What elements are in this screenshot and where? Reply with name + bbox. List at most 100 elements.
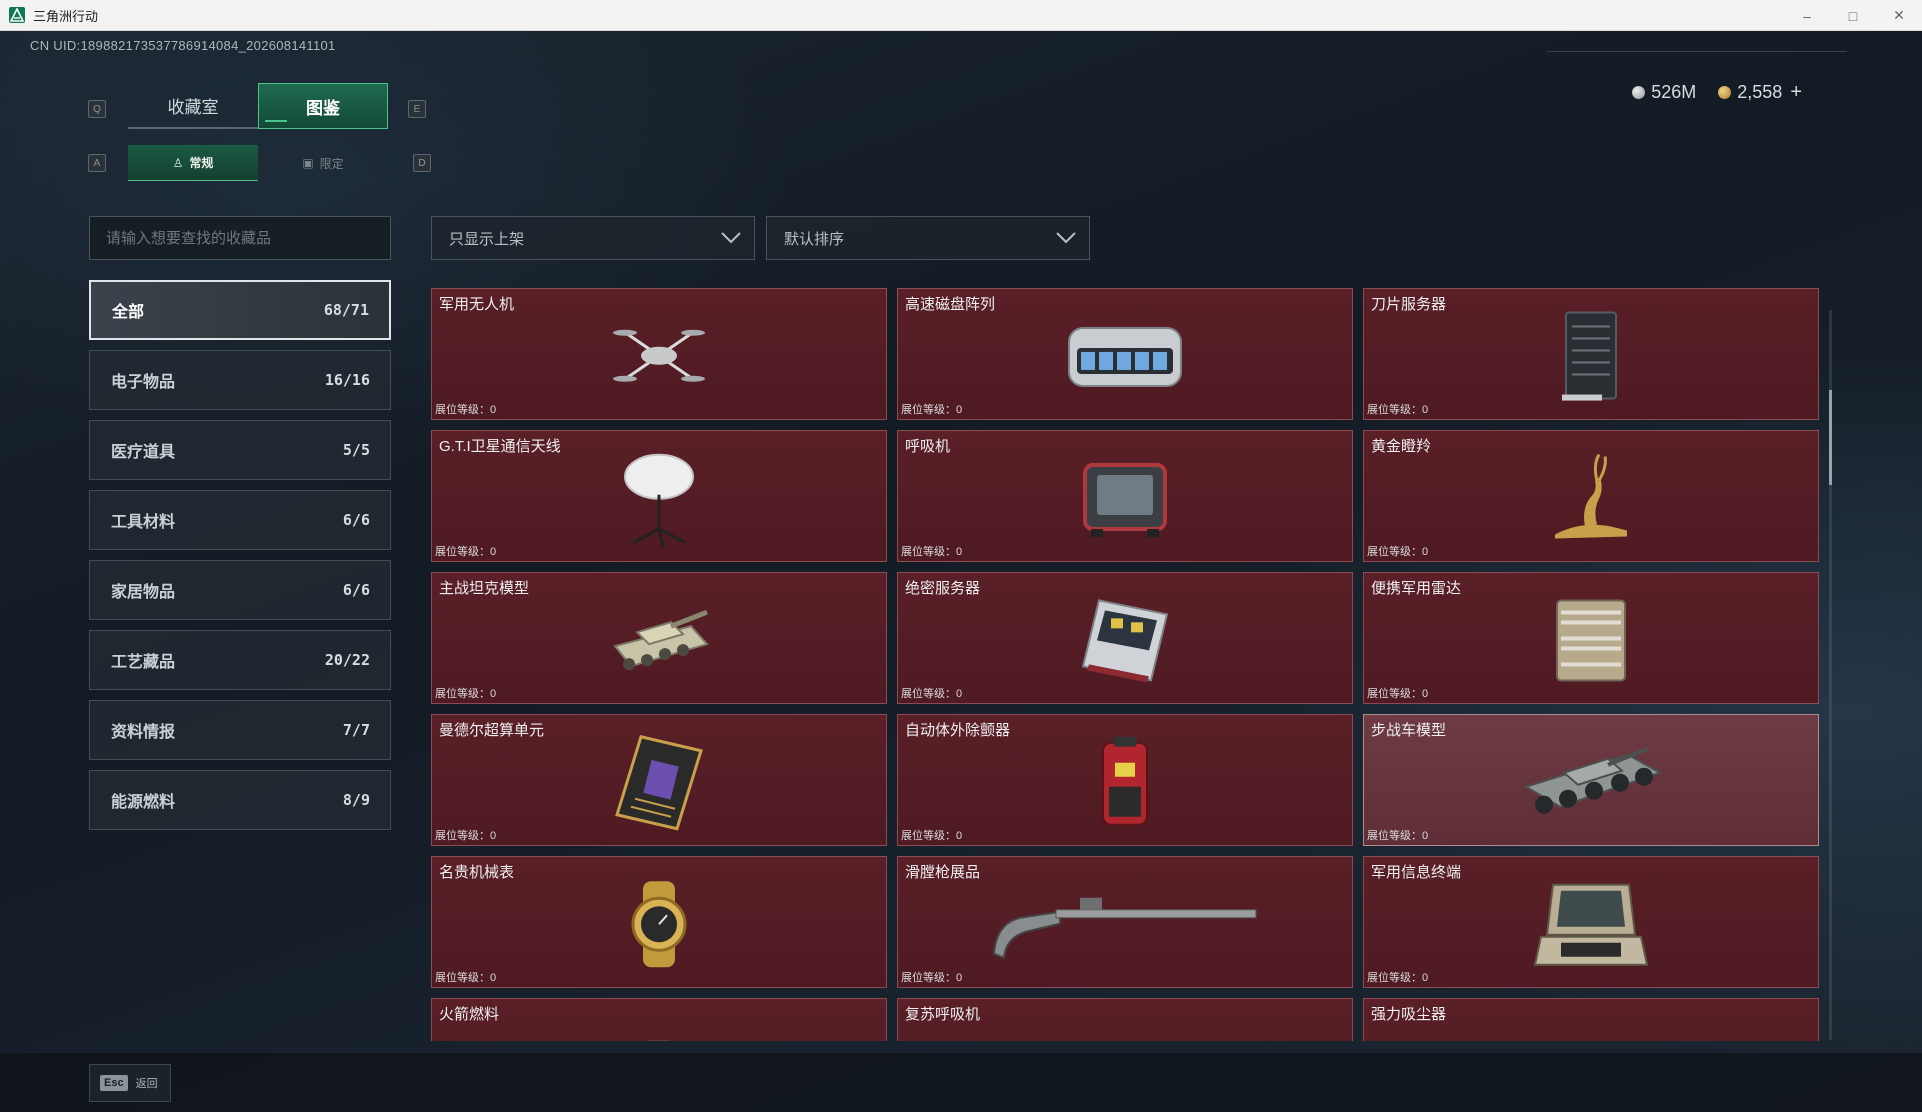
item-name: 滑膛枪展品 xyxy=(905,864,981,881)
keyhint-d: D xyxy=(413,154,431,172)
booth-level: 展位等级：0 xyxy=(1367,546,1429,558)
item-card[interactable]: 复苏呼吸机展位等级：0 xyxy=(897,998,1353,1041)
tab-codex[interactable]: 图鉴 xyxy=(258,83,388,129)
item-name: 军用无人机 xyxy=(439,296,515,313)
item-card[interactable]: 主战坦克模型 展位等级：0 xyxy=(431,572,887,704)
game-canvas: CN UID:189882173537786914084_20260814110… xyxy=(0,31,1922,1112)
category-intel[interactable]: 资料情报 7/7 xyxy=(89,700,391,760)
category-label: 工艺藏品 xyxy=(111,654,176,671)
item-name: G.T.I卫星通信天线 xyxy=(439,438,561,455)
keyhint-a: A xyxy=(88,154,106,172)
disk-array-icon xyxy=(1063,314,1187,403)
category-tools[interactable]: 工具材料 6/6 xyxy=(89,490,391,550)
subtab-regular[interactable]: ♙ 常规 xyxy=(128,145,258,181)
minimize-button[interactable]: – xyxy=(1784,0,1830,31)
info-terminal-icon xyxy=(1531,875,1651,980)
scrollbar-thumb[interactable] xyxy=(1829,390,1832,485)
item-card[interactable]: 军用信息终端展位等级：0 xyxy=(1363,856,1819,988)
back-label: 返回 xyxy=(135,1078,158,1090)
silver-coin-icon xyxy=(1632,85,1646,99)
category-electronics[interactable]: 电子物品 16/16 xyxy=(89,350,391,410)
grid-scrollbar[interactable] xyxy=(1829,310,1832,1040)
item-name: 呼吸机 xyxy=(905,438,951,455)
esc-key-icon: Esc xyxy=(100,1075,128,1091)
chevron-down-icon xyxy=(721,232,741,244)
item-card[interactable]: 火箭燃料展位等级：0 xyxy=(431,998,887,1041)
tab-collection-room[interactable]: 收藏室 xyxy=(128,83,258,129)
booth-level: 展位等级：0 xyxy=(1367,972,1429,984)
gold-coin-icon xyxy=(1718,85,1732,99)
blade-server-icon xyxy=(1556,309,1626,410)
keyhint-q: Q xyxy=(88,100,106,118)
category-label: 医疗道具 xyxy=(111,444,176,461)
sub-tabs: ♙ 常规 ▣ 限定 xyxy=(128,145,388,181)
category-count: 6/6 xyxy=(342,581,370,599)
item-card[interactable]: 军用无人机 展位等级：0 xyxy=(431,288,887,420)
item-card[interactable]: 便携军用雷达 展位等级：0 xyxy=(1363,572,1819,704)
subtab-limited[interactable]: ▣ 限定 xyxy=(258,145,388,181)
category-list: 全部 68/71 电子物品 16/16 医疗道具 5/5 工具材料 6/6 家居物品 6/… xyxy=(89,280,391,840)
item-card[interactable]: 刀片服务器 展位等级：0 xyxy=(1363,288,1819,420)
item-card[interactable]: 高速磁盘阵列 展位等级：0 xyxy=(897,288,1353,420)
subtab-regular-label: 常规 xyxy=(189,156,214,170)
item-card[interactable]: 滑膛枪展品 展位等级：0 xyxy=(897,856,1353,988)
item-name: 高速磁盘阵列 xyxy=(905,296,996,313)
maximize-button[interactable]: □ xyxy=(1830,0,1876,31)
window-titlebar: 三角洲行动 – □ ✕ xyxy=(0,0,1922,31)
booth-level: 展位等级：0 xyxy=(901,688,963,700)
secret-server-icon xyxy=(1075,594,1175,691)
bottom-bar xyxy=(0,1053,1922,1112)
category-count: 7/7 xyxy=(342,721,370,739)
back-button[interactable]: Esc 返回 xyxy=(89,1064,171,1102)
item-card[interactable]: 呼吸机展位等级：0 xyxy=(897,430,1353,562)
item-grid-viewport: 军用无人机 展位等级：0 高速磁盘阵列 展位等级：0 刀片服务器 展位等级：0 G.T.I卫… xyxy=(431,288,1821,1041)
booth-level: 展位等级：0 xyxy=(435,688,497,700)
category-label: 资料情报 xyxy=(111,724,176,741)
display-filter-dropdown[interactable]: 只显示上架 xyxy=(431,216,755,260)
add-currency-button[interactable]: + xyxy=(1790,81,1802,103)
item-name: 军用信息终端 xyxy=(1371,864,1462,881)
item-card[interactable]: 自动体外除颤器 展位等级：0 xyxy=(897,714,1353,846)
item-name: 名贵机械表 xyxy=(439,864,515,881)
item-name: 绝密服务器 xyxy=(905,580,981,597)
subtab-limited-label: 限定 xyxy=(319,156,344,171)
rocket-fuel-icon xyxy=(629,1035,689,1041)
satellite-dish-icon xyxy=(619,449,699,554)
portable-radar-icon xyxy=(1543,593,1639,694)
category-count: 20/22 xyxy=(324,651,370,669)
silver-currency: 526M xyxy=(1632,82,1696,103)
category-all[interactable]: 全部 68/71 xyxy=(89,280,391,340)
category-count: 5/5 xyxy=(342,441,370,459)
figure-icon: ♙ xyxy=(172,155,184,170)
item-card[interactable]: 曼德尔超算单元 展位等级：0 xyxy=(431,714,887,846)
sort-dropdown[interactable]: 默认排序 xyxy=(766,216,1090,260)
booth-level: 展位等级：0 xyxy=(901,546,963,558)
search-input[interactable] xyxy=(90,217,390,259)
app-logo-icon xyxy=(9,7,25,23)
gold-amount: 2,558 xyxy=(1737,81,1783,102)
search-box xyxy=(89,216,391,260)
item-name: 强力吸尘器 xyxy=(1371,1006,1447,1023)
picture-icon: ▣ xyxy=(302,156,314,170)
category-count: 6/6 xyxy=(342,511,370,529)
category-energy[interactable]: 能源燃料 8/9 xyxy=(89,770,391,830)
item-name: 便携军用雷达 xyxy=(1371,580,1462,597)
item-name: 刀片服务器 xyxy=(1371,296,1447,313)
item-card[interactable]: 步战车模型 展位等级：0 xyxy=(1363,714,1819,846)
category-crafts[interactable]: 工艺藏品 20/22 xyxy=(89,630,391,690)
category-label: 家居物品 xyxy=(111,584,176,601)
item-card[interactable]: 强力吸尘器展位等级：0 xyxy=(1363,998,1819,1041)
item-card[interactable]: G.T.I卫星通信天线展位等级：0 xyxy=(431,430,887,562)
item-card[interactable]: 名贵机械表展位等级：0 xyxy=(431,856,887,988)
defibrillator-icon xyxy=(1093,733,1157,838)
resus-ventilator-icon xyxy=(1095,1035,1155,1041)
drone-icon xyxy=(611,316,707,401)
booth-level: 展位等级：0 xyxy=(435,546,497,558)
item-card[interactable]: 黄金瞪羚 展位等级：0 xyxy=(1363,430,1819,562)
item-card[interactable]: 绝密服务器展位等级：0 xyxy=(897,572,1353,704)
item-name: 火箭燃料 xyxy=(439,1006,500,1023)
category-household[interactable]: 家居物品 6/6 xyxy=(89,560,391,620)
close-button[interactable]: ✕ xyxy=(1876,0,1922,31)
booth-level: 展位等级：0 xyxy=(435,972,497,984)
category-medical[interactable]: 医疗道具 5/5 xyxy=(89,420,391,480)
